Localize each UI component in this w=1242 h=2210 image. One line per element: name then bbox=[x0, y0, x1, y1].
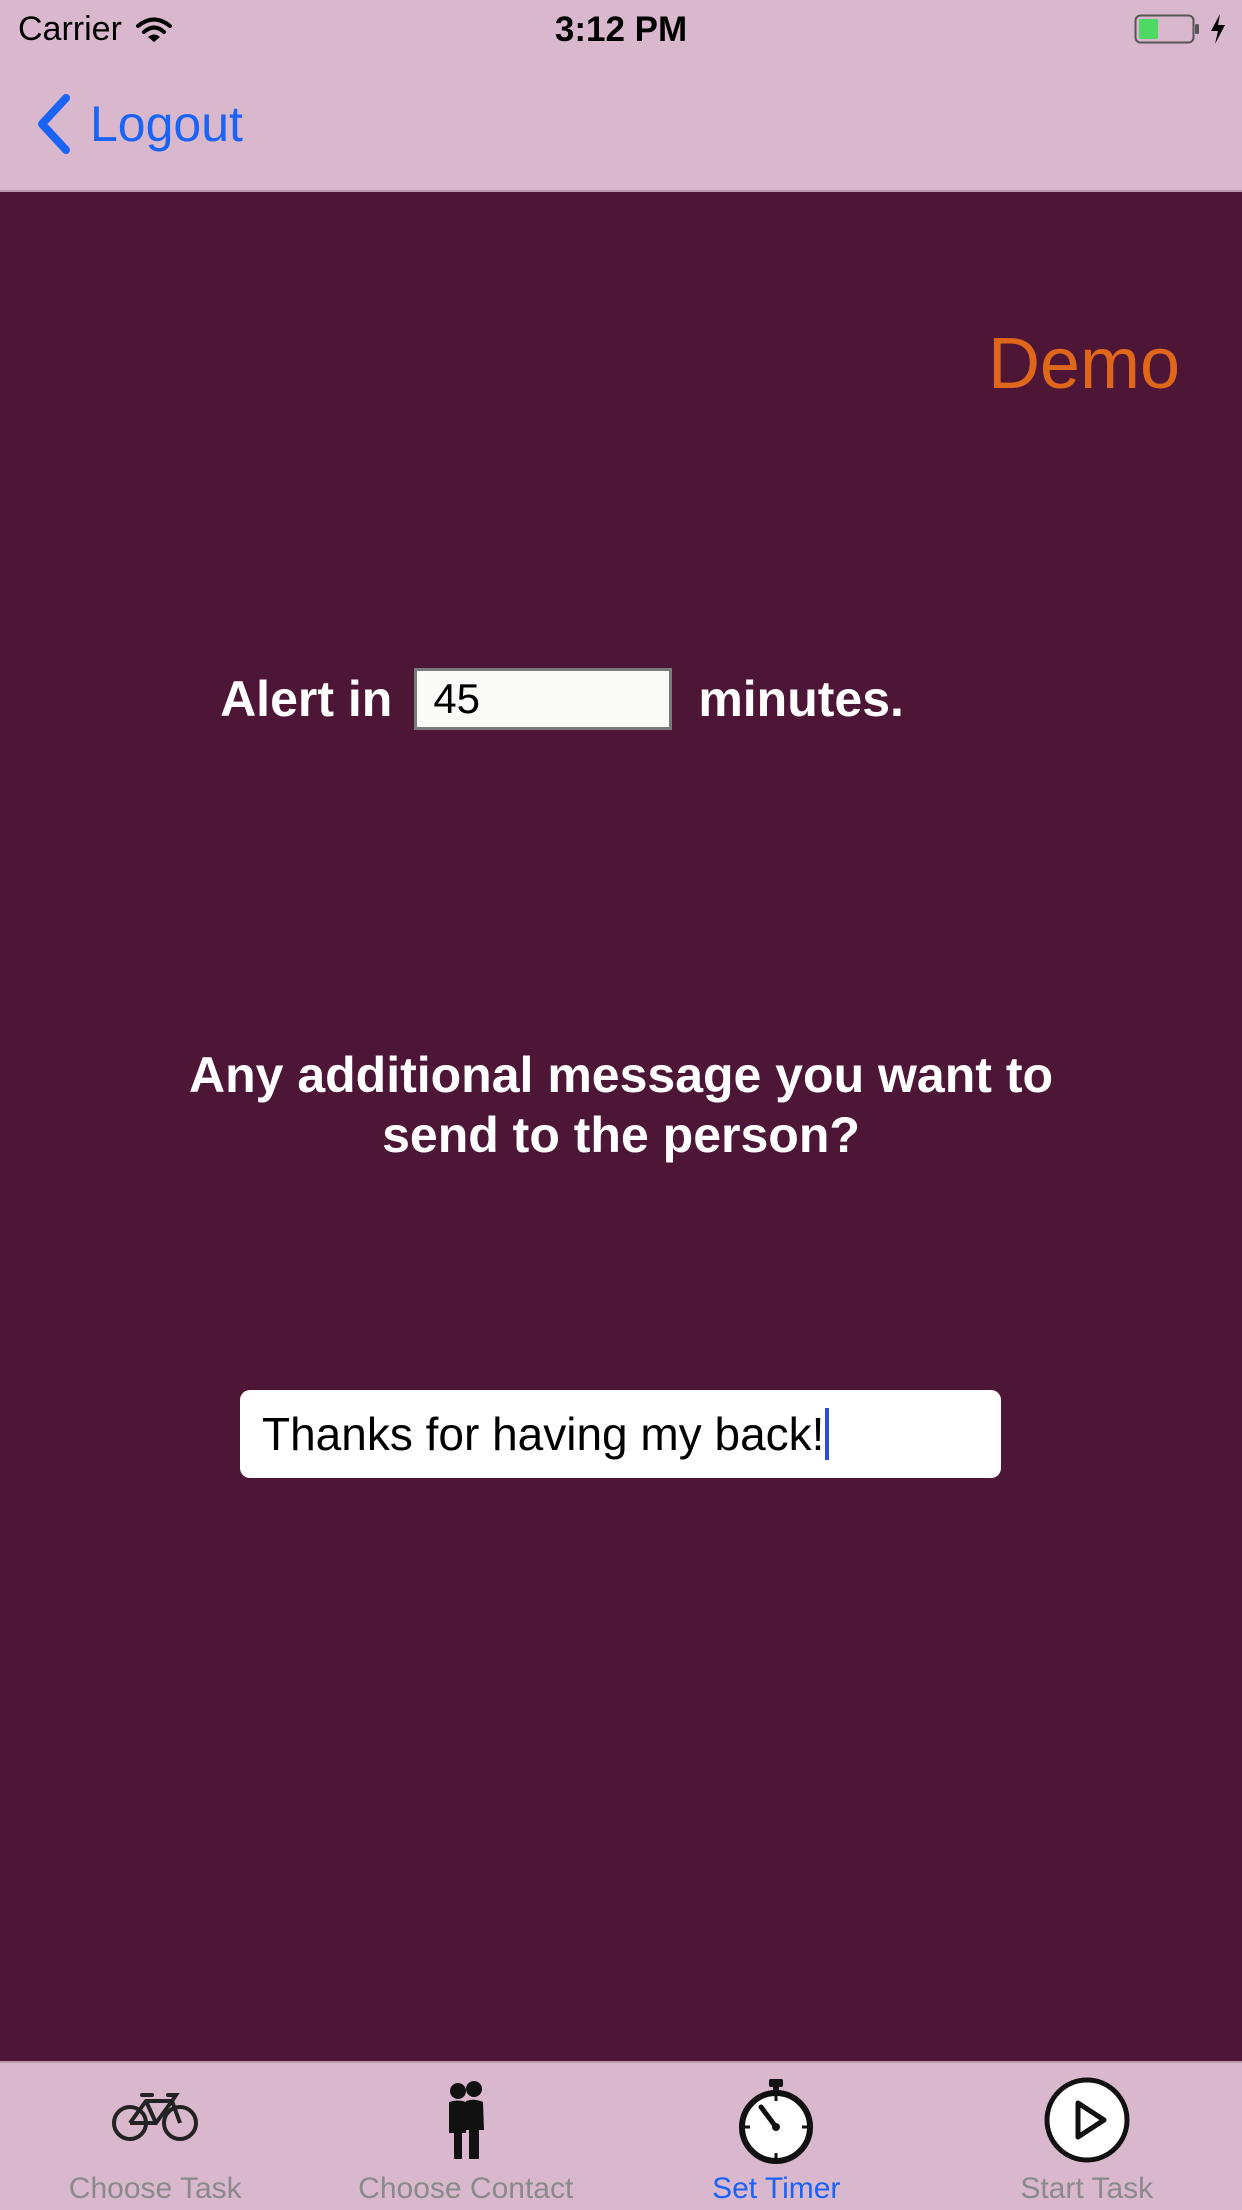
user-label: Demo bbox=[988, 323, 1180, 405]
tab-set-timer[interactable]: Set Timer bbox=[621, 2063, 932, 2210]
tab-start-task[interactable]: Start Task bbox=[932, 2063, 1242, 2210]
status-time: 3:12 PM bbox=[0, 10, 1242, 50]
alert-row: Alert in minutes. bbox=[0, 668, 1242, 730]
battery-icon bbox=[1134, 14, 1200, 44]
message-input[interactable]: Thanks for having my back! bbox=[240, 1390, 1001, 1478]
alert-prefix: Alert in bbox=[220, 670, 392, 728]
charging-icon bbox=[1208, 13, 1228, 45]
tab-choose-contact[interactable]: Choose Contact bbox=[311, 2063, 622, 2210]
tab-choose-task-label: Choose Task bbox=[0, 2172, 311, 2206]
tab-choose-task[interactable]: Choose Task bbox=[0, 2063, 311, 2210]
status-bar: Carrier 3:12 PM bbox=[0, 0, 1242, 62]
tab-bar: Choose Task Choose Contact Set Timer Sta… bbox=[0, 2061, 1242, 2210]
tab-choose-contact-label: Choose Contact bbox=[311, 2172, 622, 2206]
alert-suffix: minutes. bbox=[698, 670, 904, 728]
message-input-value: Thanks for having my back! bbox=[262, 1407, 824, 1461]
nav-bar: Logout bbox=[0, 62, 1242, 192]
bicycle-icon bbox=[110, 2075, 200, 2165]
question-line-2: send to the person? bbox=[0, 1105, 1242, 1165]
minutes-input[interactable] bbox=[414, 668, 672, 730]
logout-label: Logout bbox=[90, 95, 243, 153]
status-right bbox=[1134, 13, 1228, 45]
stopwatch-icon bbox=[731, 2075, 821, 2165]
people-icon bbox=[421, 2075, 511, 2165]
logout-button[interactable]: Logout bbox=[34, 92, 243, 156]
tab-start-task-label: Start Task bbox=[932, 2172, 1242, 2206]
text-cursor bbox=[825, 1408, 829, 1460]
message-question: Any additional message you want to send … bbox=[0, 1045, 1242, 1165]
question-line-1: Any additional message you want to bbox=[0, 1045, 1242, 1105]
tab-set-timer-label: Set Timer bbox=[621, 2172, 932, 2206]
chevron-left-icon bbox=[34, 92, 74, 156]
play-icon bbox=[1042, 2075, 1132, 2165]
